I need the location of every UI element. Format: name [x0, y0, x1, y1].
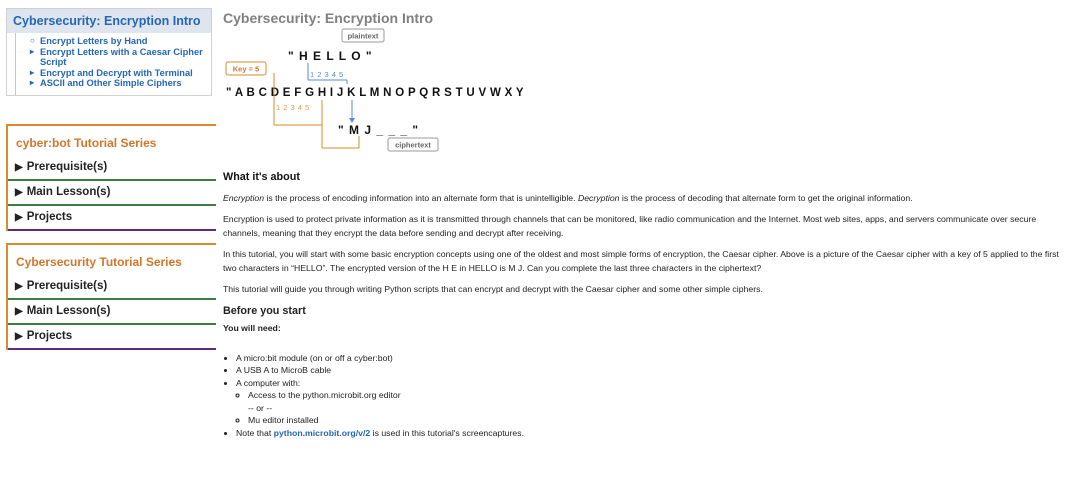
- about-heading: What it's about: [223, 171, 300, 183]
- count-bottom: 1 2 3 4 5: [276, 103, 310, 112]
- triangle-right-icon: ▶: [15, 212, 23, 223]
- cybersecurity-series-panel: Cybersecurity Tutorial Series ▶ Prerequis…: [6, 243, 216, 350]
- plaintext-label: plaintext: [348, 32, 379, 41]
- cyberbot-series-title: cyber:bot Tutorial Series: [16, 136, 157, 150]
- cybersecurity-projects[interactable]: ▶ Projects: [8, 325, 216, 350]
- list-item: Access to the python.microbit.org editor: [248, 389, 1073, 402]
- requirements-list: A micro:bit module (on or off a cyber:bo…: [223, 352, 1073, 440]
- triangle-right-icon: ▸: [30, 46, 35, 56]
- ciphertext-label: ciphertext: [395, 141, 431, 150]
- cybersecurity-prerequisites[interactable]: ▶ Prerequisite(s): [8, 275, 216, 300]
- page-title: Cybersecurity: Encryption Intro: [223, 10, 434, 26]
- key-label: Key = 5: [233, 65, 259, 74]
- triangle-right-icon: ▸: [30, 67, 35, 77]
- toc-item-ascii[interactable]: ▸ ASCII and Other Simple Ciphers: [30, 78, 211, 89]
- list-item: A micro:bit module (on or off a cyber:bo…: [236, 352, 1073, 365]
- sidebar: Cybersecurity: Encryption Intro ○ Encrypt…: [6, 8, 212, 96]
- toc-list: ○ Encrypt Letters by Hand ▸ Encrypt Letter…: [15, 33, 211, 95]
- triangle-right-icon: ▶: [15, 187, 23, 198]
- count-top: 1 2 3 4 5: [310, 70, 344, 79]
- triangle-right-icon: ▶: [15, 306, 23, 317]
- list-item-or: -- or --: [248, 402, 273, 413]
- hello-text: " H E L L O ": [288, 49, 373, 63]
- toc-item-encrypt-by-hand[interactable]: ○ Encrypt Letters by Hand: [30, 36, 211, 47]
- article-text: What it's about Encryption is the proces…: [223, 171, 1073, 439]
- triangle-right-icon: ▶: [15, 281, 23, 292]
- before-heading: Before you start: [223, 304, 306, 317]
- list-item: A USB A to MicroB cable: [236, 364, 1073, 377]
- triangle-right-icon: ▶: [15, 331, 23, 342]
- table-of-contents: Cybersecurity: Encryption Intro ○ Encrypt…: [6, 8, 212, 96]
- cyberbot-series-panel: cyber:bot Tutorial Series ▶ Prerequisite(…: [6, 124, 216, 231]
- triangle-right-icon: ▸: [30, 78, 35, 88]
- toc-item-caesar-script[interactable]: ▸ Encrypt Letters with a Caesar Cipher Sc…: [30, 47, 211, 68]
- list-item: Mu editor installed: [248, 414, 1073, 427]
- paragraph-tutorial: In this tutorial, you will start with so…: [223, 249, 1059, 273]
- alphabet-text: " A B C D E F G H I J K L M N O P Q R S …: [226, 87, 523, 99]
- caesar-cipher-diagram: plaintext " H E L L O " Key = 5 1 2 3 4 …: [225, 28, 523, 152]
- toc-item-terminal[interactable]: ▸ Encrypt and Decrypt with Terminal: [30, 68, 211, 79]
- cyberbot-main-lessons[interactable]: ▶ Main Lesson(s): [8, 181, 216, 206]
- circle-bullet-icon: ○: [30, 36, 35, 45]
- cybersecurity-main-lessons[interactable]: ▶ Main Lesson(s): [8, 300, 216, 325]
- cipher-value: " M J _ _ _ ": [338, 123, 419, 137]
- list-item: A computer with: Access to the python.mi…: [236, 377, 1073, 427]
- cybersecurity-series-title: Cybersecurity Tutorial Series: [16, 255, 182, 269]
- toc-title[interactable]: Cybersecurity: Encryption Intro: [7, 9, 211, 33]
- need-label: You will need:: [223, 323, 281, 333]
- cyberbot-prerequisites[interactable]: ▶ Prerequisite(s): [8, 156, 216, 181]
- cyberbot-projects[interactable]: ▶ Projects: [8, 206, 216, 231]
- triangle-right-icon: ▶: [15, 162, 23, 173]
- editor-link[interactable]: python.microbit.org/v/2: [274, 428, 371, 438]
- paragraph-guide: This tutorial will guide you through wri…: [223, 284, 763, 294]
- paragraph-usage: Encryption is used to protect private in…: [223, 214, 1037, 238]
- sub-list: Access to the python.microbit.org editor…: [236, 389, 1073, 427]
- paragraph-definition: Encryption is the process of encoding in…: [223, 192, 913, 203]
- list-item: Note that python.microbit.org/v/2 is use…: [236, 427, 1073, 440]
